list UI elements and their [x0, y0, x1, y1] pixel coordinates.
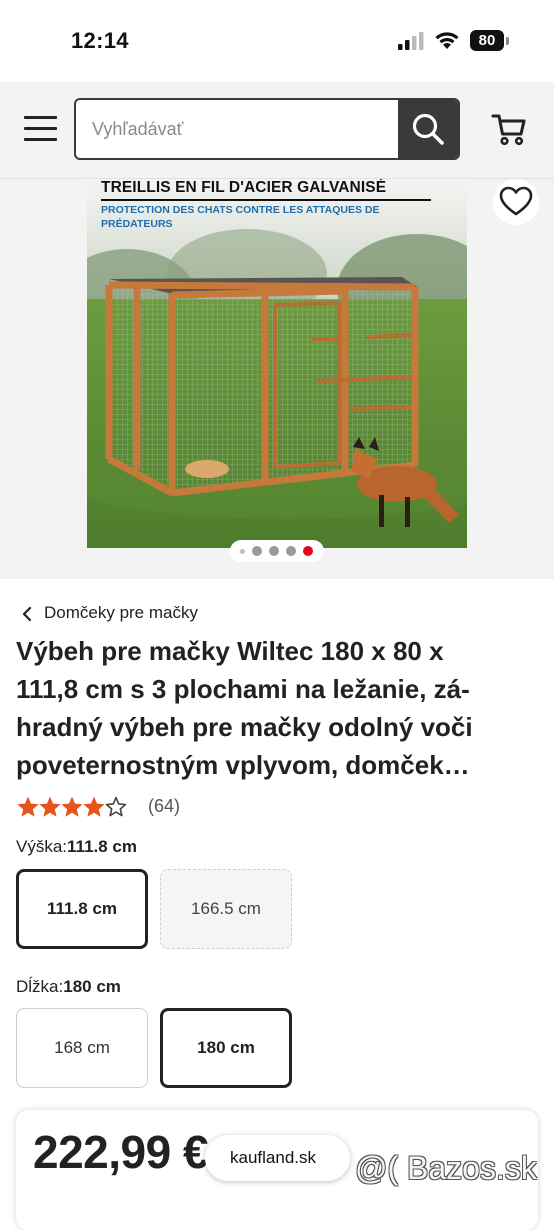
height-option-label: Výška:111.8 cm	[16, 837, 137, 857]
pagination-dot[interactable]	[286, 546, 296, 556]
shopping-cart-icon[interactable]	[490, 110, 528, 148]
product-title-line: Výbeh pre mačky Wiltec 180 x 80 x	[16, 636, 444, 666]
product-title-line: hradný výbeh pre mačky odolný voči	[16, 712, 473, 742]
battery-nub	[506, 37, 509, 45]
battery-level: 80	[470, 30, 504, 51]
cat-enclosure-photo	[87, 179, 467, 548]
star-filled-icon	[39, 796, 61, 817]
star-outline-icon	[105, 796, 127, 817]
length-option-label: Dĺžka:180 cm	[16, 977, 121, 997]
battery-indicator: 80	[470, 30, 510, 52]
url-lock-icon	[209, 1145, 223, 1169]
browser-url: kaufland.sk	[230, 1148, 316, 1167]
height-option-111-8[interactable]: 111.8 cm	[16, 869, 148, 949]
product-price: 222,99 €	[33, 1126, 209, 1178]
status-bar: 12:14 80	[0, 0, 554, 82]
star-filled-icon	[17, 796, 39, 817]
product-title-line: poveternostným vplyvom, domček…	[16, 750, 470, 780]
cellular-signal-icon	[398, 32, 424, 50]
pagination-dot[interactable]	[252, 546, 262, 556]
pagination-dot-active[interactable]	[303, 546, 313, 556]
product-image[interactable]: TREILLIS EN FIL D'ACIER GALVANISÉ PROTEC…	[87, 179, 467, 548]
product-title-line: 111,8 cm s 3 plochami na ležanie, zá-	[16, 674, 470, 704]
image-headline-rule	[101, 199, 431, 201]
status-time: 12:14	[71, 28, 129, 53]
length-label: Dĺžka:	[16, 977, 64, 996]
search-button[interactable]	[398, 100, 458, 158]
wifi-icon	[435, 32, 459, 49]
length-option-168[interactable]: 168 cm	[16, 1008, 148, 1088]
image-pagination-dots	[230, 540, 324, 562]
favorite-button[interactable]	[493, 179, 539, 225]
site-header	[0, 82, 554, 179]
pagination-dot[interactable]	[269, 546, 279, 556]
height-option-166-5[interactable]: 166.5 cm	[160, 869, 292, 949]
star-filled-icon	[61, 796, 83, 817]
watermark: @( Bazos.sk	[355, 1150, 537, 1186]
pagination-dot[interactable]	[240, 548, 245, 554]
search-input[interactable]	[76, 100, 412, 158]
review-count: (64)	[148, 796, 181, 816]
heart-icon	[499, 186, 533, 216]
search-bar	[74, 98, 460, 160]
length-option-180[interactable]: 180 cm	[160, 1008, 292, 1088]
browser-url-bar[interactable]: kaufland.sk	[205, 1135, 350, 1181]
height-label: Výška:	[16, 837, 68, 856]
height-selected-value: 111.8 cm	[67, 837, 137, 856]
chevron-left-icon	[22, 606, 32, 622]
star-filled-icon	[83, 796, 105, 817]
hamburger-menu-icon[interactable]	[24, 116, 58, 142]
image-subline: PROTECTION DES CHATS CONTRE LES ATTAQUES…	[101, 204, 380, 230]
breadcrumb-label: Domčeky pre mačky	[44, 603, 198, 622]
product-gallery: TREILLIS EN FIL D'ACIER GALVANISÉ PROTEC…	[0, 179, 554, 579]
search-icon	[412, 113, 444, 145]
length-selected-value: 180 cm	[63, 977, 121, 996]
image-headline: TREILLIS EN FIL D'ACIER GALVANISÉ	[101, 179, 387, 196]
product-title: Výbeh pre mačky Wiltec 180 x 80 x 111,8 …	[16, 632, 536, 784]
